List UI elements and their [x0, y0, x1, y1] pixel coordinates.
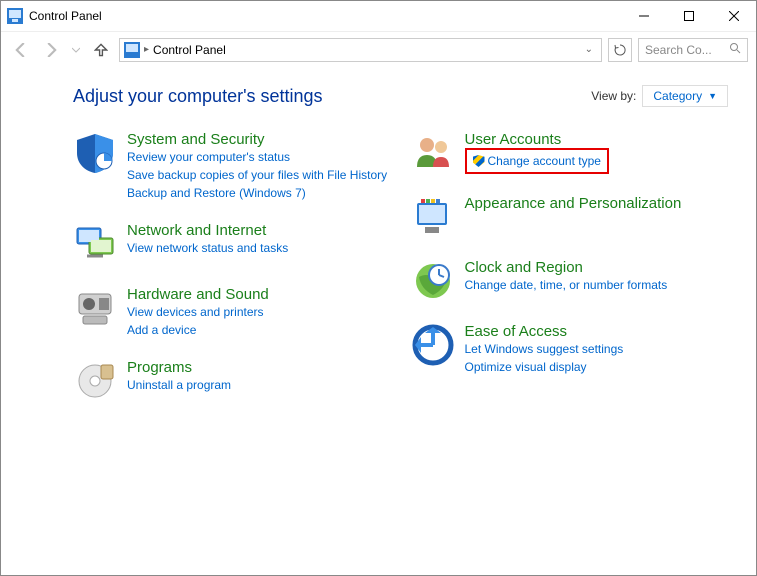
change-account-type-link[interactable]: Change account type [473, 152, 601, 170]
viewby-label: View by: [591, 89, 636, 103]
ease-of-access-icon [411, 323, 455, 367]
minimize-button[interactable] [621, 1, 666, 31]
clock-icon [411, 259, 455, 303]
hardware-icon [73, 286, 117, 330]
category-title[interactable]: Programs [127, 359, 231, 376]
category-link[interactable]: Save backup copies of your files with Fi… [127, 166, 387, 184]
user-accounts-icon [411, 131, 455, 175]
page-title: Adjust your computer's settings [73, 86, 591, 107]
viewby-select[interactable]: Category ▼ [642, 85, 728, 107]
close-button[interactable] [711, 1, 756, 31]
category-link[interactable]: View network status and tasks [127, 239, 288, 257]
window-title: Control Panel [29, 9, 621, 23]
maximize-button[interactable] [666, 1, 711, 31]
category-link[interactable]: Uninstall a program [127, 376, 231, 394]
category-title[interactable]: Appearance and Personalization [465, 195, 682, 212]
category-user-accounts: User Accounts Change account type [411, 131, 729, 175]
programs-icon [73, 359, 117, 403]
category-link[interactable]: Let Windows suggest settings [465, 340, 624, 358]
category-title[interactable]: Network and Internet [127, 222, 288, 239]
navbar: ▸ Control Panel ⌄ Search Co... [1, 31, 756, 67]
category-title[interactable]: Hardware and Sound [127, 286, 269, 303]
category-link[interactable]: Add a device [127, 321, 269, 339]
change-account-type-highlighted: Change account type [465, 148, 609, 174]
category-link[interactable]: Optimize visual display [465, 358, 624, 376]
refresh-button[interactable] [608, 38, 632, 62]
viewby-value: Category [653, 89, 702, 103]
search-icon [729, 42, 741, 57]
address-bar[interactable]: ▸ Control Panel ⌄ [119, 38, 602, 62]
category-programs: Programs Uninstall a program [73, 359, 391, 403]
control-panel-mini-icon [124, 42, 140, 58]
category-clock-region: Clock and Region Change date, time, or n… [411, 259, 729, 303]
category-title[interactable]: User Accounts [465, 131, 609, 148]
category-link[interactable]: View devices and printers [127, 303, 269, 321]
forward-button[interactable] [39, 38, 63, 62]
category-network-internet: Network and Internet View network status… [73, 222, 391, 266]
address-dropdown-icon[interactable]: ⌄ [581, 44, 597, 55]
category-ease-of-access: Ease of Access Let Windows suggest setti… [411, 323, 729, 376]
up-button[interactable] [89, 38, 113, 62]
category-link[interactable]: Backup and Restore (Windows 7) [127, 184, 387, 202]
search-placeholder: Search Co... [645, 43, 712, 57]
category-title[interactable]: Clock and Region [465, 259, 668, 276]
network-icon [73, 222, 117, 266]
chevron-down-icon: ▼ [708, 91, 717, 101]
category-link[interactable]: Change date, time, or number formats [465, 276, 668, 294]
category-link[interactable]: Review your computer's status [127, 148, 387, 166]
shield-icon [73, 131, 117, 175]
category-title[interactable]: Ease of Access [465, 323, 624, 340]
left-column: System and Security Review your computer… [73, 131, 391, 403]
recent-dropdown-icon[interactable] [69, 38, 83, 62]
category-appearance-personalization: Appearance and Personalization [411, 195, 729, 239]
appearance-icon [411, 195, 455, 239]
search-input[interactable]: Search Co... [638, 38, 748, 62]
content-area: Adjust your computer's settings View by:… [1, 67, 756, 403]
right-column: User Accounts Change account type Appear… [411, 131, 729, 403]
control-panel-icon [7, 8, 23, 24]
breadcrumb[interactable]: Control Panel [149, 43, 230, 57]
back-button[interactable] [9, 38, 33, 62]
category-hardware-sound: Hardware and Sound View devices and prin… [73, 286, 391, 339]
category-system-security: System and Security Review your computer… [73, 131, 391, 202]
titlebar: Control Panel [1, 1, 756, 31]
category-title[interactable]: System and Security [127, 131, 387, 148]
